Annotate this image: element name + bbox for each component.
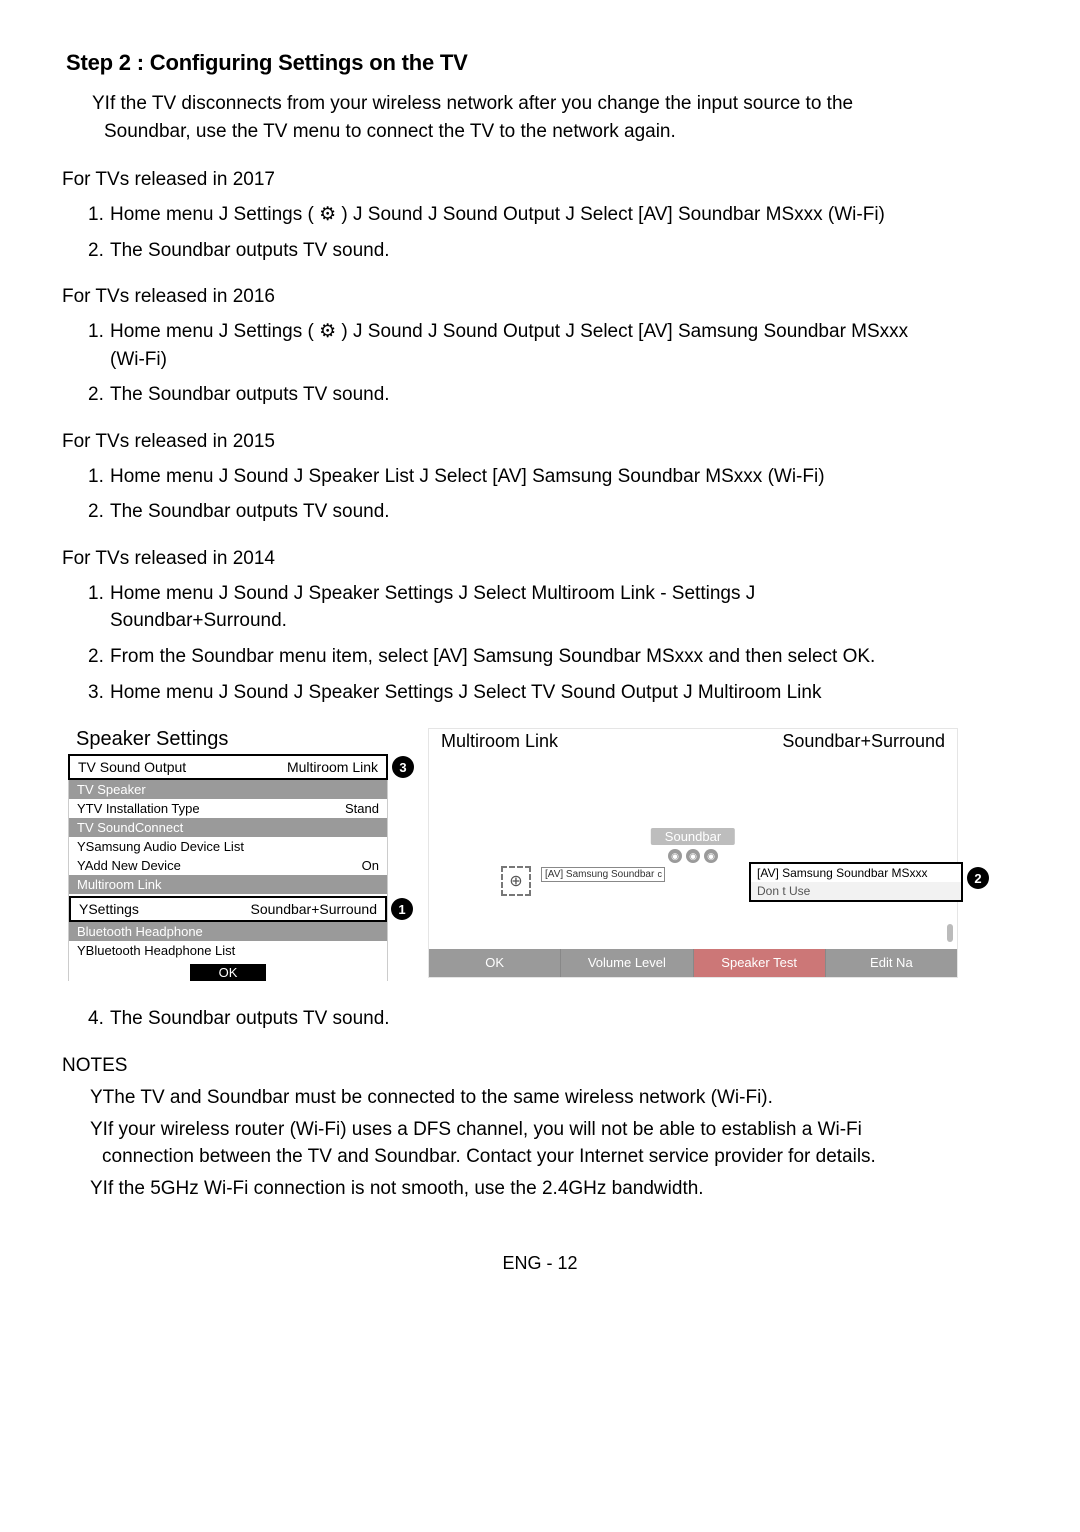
step-title: Step 2 : Configuring Settings on the TV	[66, 50, 1018, 76]
step-text: From the Soundbar menu item, select [AV]…	[110, 646, 875, 667]
step-text: The Soundbar outputs TV sound.	[110, 240, 390, 261]
note-item: YThe TV and Soundbar must be connected t…	[90, 1085, 1018, 1112]
intro-line2: Soundbar, use the TV menu to connect the…	[104, 118, 1018, 146]
device-marker: c	[658, 869, 663, 879]
row-label: YBluetooth Headphone List	[77, 943, 235, 958]
panel-footer: OK Volume Level Speaker Test Edit Na	[429, 949, 957, 977]
panel-body: Soundbar ◉ ◉ ◉ ⊕ [AV] Samsung Soundbar c…	[429, 754, 957, 914]
list-item: 2.The Soundbar outputs TV sound.	[88, 237, 1018, 265]
dot-icon: ◉	[668, 849, 682, 863]
footer-ok-button[interactable]: OK	[429, 949, 561, 977]
panel-title: Speaker Settings	[76, 728, 388, 751]
section-2017: For TVs released in 2017 1.Home menu J S…	[62, 169, 1018, 264]
row-value: Soundbar+Surround	[251, 901, 378, 917]
list-item: 2.The Soundbar outputs TV sound.	[88, 498, 1018, 526]
list-item: 1.Home menu J Sound J Speaker List J Sel…	[88, 463, 1018, 491]
category-tv-speaker: TV Speaker	[69, 780, 387, 799]
speaker-settings-panel: Speaker Settings TV Sound Output Multiro…	[68, 728, 388, 981]
device-dropdown[interactable]: [AV] Samsung Soundbar MSxxx Don t Use 2	[749, 862, 963, 902]
header-right: Soundbar+Surround	[782, 731, 945, 752]
tv-sound-output-row[interactable]: TV Sound Output Multiroom Link 3	[68, 754, 388, 780]
multiroom-link-panel: Multiroom Link Soundbar+Surround Soundba…	[428, 728, 958, 978]
row-label: YAdd New Device	[77, 858, 181, 873]
footer-speaker-test-button[interactable]: Speaker Test	[694, 949, 826, 977]
note-line2: connection between the TV and Soundbar. …	[102, 1144, 1018, 1171]
callout-badge-2: 2	[967, 867, 989, 889]
dot-icon: ◉	[686, 849, 700, 863]
step-text-line2: Soundbar+Surround.	[110, 607, 1018, 635]
soundbar-device-label[interactable]: [AV] Samsung Soundbar c	[541, 867, 665, 882]
list-item: 3.Home menu J Sound J Speaker Settings J…	[88, 679, 1018, 707]
row-label: YTV Installation Type	[77, 801, 200, 816]
list-item: 1.Home menu J Settings ( ⚙ ) J Sound J S…	[88, 318, 1018, 373]
notes-title: NOTES	[62, 1055, 1018, 1077]
intro-line1: YIf the TV disconnects from your wireles…	[92, 93, 853, 114]
step-text: Home menu J Sound J Speaker List J Selec…	[110, 466, 825, 487]
ok-button[interactable]: OK	[190, 964, 266, 981]
section-2017-title: For TVs released in 2017	[62, 169, 1018, 191]
step-text-line2: (Wi-Fi)	[110, 346, 1018, 374]
list-item: 2.From the Soundbar menu item, select [A…	[88, 643, 1018, 671]
step-text: Home menu J Sound J Speaker Settings J S…	[110, 682, 821, 703]
footer-edit-name-button[interactable]: Edit Na	[826, 949, 957, 977]
device-text: [AV] Samsung Soundbar	[545, 869, 654, 880]
step-intro-note: YIf the TV disconnects from your wireles…	[92, 90, 1018, 145]
row-bt-headphone-list[interactable]: YBluetooth Headphone List	[69, 941, 387, 960]
list-item: 2.The Soundbar outputs TV sound.	[88, 381, 1018, 409]
row-value: Multiroom Link	[287, 759, 378, 775]
callout-badge-3: 3	[392, 756, 414, 778]
callout-badge-1: 1	[391, 898, 413, 920]
header-left: Multiroom Link	[441, 731, 558, 752]
scrollbar-thumb[interactable]	[947, 924, 953, 942]
section-2015-title: For TVs released in 2015	[62, 431, 1018, 453]
step-text: Home menu J Settings ( ⚙ ) J Sound J Sou…	[110, 204, 885, 225]
panel-rows: TV Speaker YTV Installation Type Stand T…	[68, 780, 388, 981]
dot-icon: ◉	[704, 849, 718, 863]
soundbar-label: Soundbar	[651, 828, 735, 845]
dropdown-option-selected[interactable]: [AV] Samsung Soundbar MSxxx	[751, 864, 961, 882]
note-item: YIf the 5GHz Wi-Fi connection is not smo…	[90, 1176, 1018, 1203]
list-item: 4.The Soundbar outputs TV sound.	[88, 1005, 1018, 1033]
manual-page: Step 2 : Configuring Settings on the TV …	[0, 0, 1080, 1304]
speaker-dots: ◉ ◉ ◉	[668, 849, 718, 863]
row-label: YSamsung Audio Device List	[77, 839, 244, 854]
category-multiroom-link: Multiroom Link	[69, 875, 387, 894]
row-settings[interactable]: YSettings Soundbar+Surround 1	[69, 896, 387, 922]
row-add-new-device[interactable]: YAdd New Device On	[69, 856, 387, 875]
note-line1: YIf your wireless router (Wi-Fi) uses a …	[90, 1119, 862, 1140]
list-item: 1.Home menu J Sound J Speaker Settings J…	[88, 580, 1018, 635]
row-audio-device-list[interactable]: YSamsung Audio Device List	[69, 837, 387, 856]
section-2014-title: For TVs released in 2014	[62, 548, 1018, 570]
figures-container: Speaker Settings TV Sound Output Multiro…	[68, 728, 1018, 981]
row-value: Stand	[345, 801, 379, 816]
step-text-line1: Home menu J Sound J Speaker Settings J S…	[110, 583, 755, 604]
row-label: TV Sound Output	[78, 759, 186, 775]
row-tv-installation[interactable]: YTV Installation Type Stand	[69, 799, 387, 818]
category-bluetooth-headphone: Bluetooth Headphone	[69, 922, 387, 941]
panel-header: Multiroom Link Soundbar+Surround	[429, 729, 957, 754]
page-footer: ENG - 12	[62, 1253, 1018, 1274]
row-value: On	[362, 858, 379, 873]
step-text: The Soundbar outputs TV sound.	[110, 384, 390, 405]
step-text: The Soundbar outputs TV sound.	[110, 501, 390, 522]
step-text-line1: Home menu J Settings ( ⚙ ) J Sound J Sou…	[110, 321, 908, 342]
section-2016-title: For TVs released in 2016	[62, 286, 1018, 308]
section-2014: For TVs released in 2014 1.Home menu J S…	[62, 548, 1018, 706]
row-label: YSettings	[79, 901, 139, 917]
list-item: 1.Home menu J Settings ( ⚙ ) J Sound J S…	[88, 201, 1018, 229]
notes-list: YThe TV and Soundbar must be connected t…	[90, 1085, 1018, 1203]
step-text: The Soundbar outputs TV sound.	[110, 1008, 390, 1029]
note-item: YIf your wireless router (Wi-Fi) uses a …	[90, 1117, 1018, 1170]
dropdown-option[interactable]: Don t Use	[751, 882, 961, 900]
section-2015: For TVs released in 2015 1.Home menu J S…	[62, 431, 1018, 526]
section-2014-cont: 4.The Soundbar outputs TV sound.	[62, 1005, 1018, 1033]
category-soundconnect: TV SoundConnect	[69, 818, 387, 837]
footer-volume-button[interactable]: Volume Level	[561, 949, 693, 977]
add-speaker-button[interactable]: ⊕	[501, 866, 531, 896]
section-2016: For TVs released in 2016 1.Home menu J S…	[62, 286, 1018, 409]
